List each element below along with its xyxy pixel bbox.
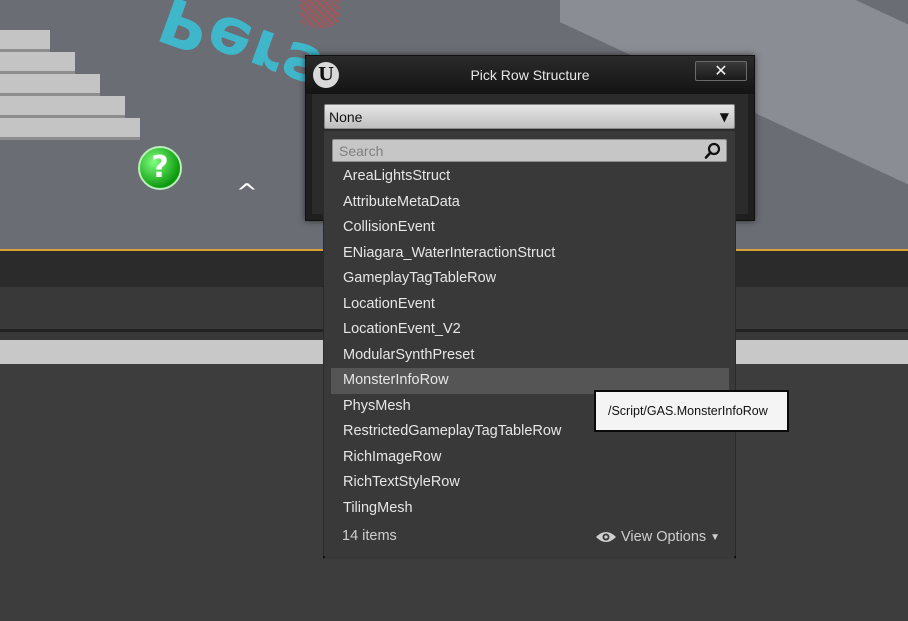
list-item[interactable]: CollisionEvent [331, 215, 729, 241]
struct-list: AreaLightsStruct AttributeMetaData Collisi… [331, 164, 729, 521]
tooltip: /Script/GAS.MonsterInfoRow [594, 390, 789, 432]
viewport-red-object [300, 0, 340, 28]
list-item[interactable]: RichTextStyleRow [331, 470, 729, 496]
search-icon[interactable] [703, 142, 723, 160]
list-item[interactable]: LocationEvent_V2 [331, 317, 729, 343]
view-options-label: View Options [621, 529, 707, 545]
combo-selected-value: None [329, 109, 363, 125]
close-button[interactable]: ✕ [695, 61, 747, 81]
eye-icon [596, 532, 616, 542]
list-item[interactable]: RichImageRow [331, 445, 729, 471]
list-item[interactable]: AreaLightsStruct [331, 164, 729, 190]
viewport-stairs [0, 30, 150, 150]
list-item[interactable]: TilingMesh [331, 496, 729, 522]
caret-mark: ^ [236, 179, 258, 207]
view-options-button[interactable]: View Options ▼ [595, 527, 720, 547]
item-count: 14 items [342, 528, 397, 544]
search-placeholder: Search [339, 143, 384, 159]
help-marker-icon: ? [138, 146, 182, 190]
list-item[interactable]: ENiagara_WaterInteractionStruct [331, 241, 729, 267]
dropdown-corner [323, 556, 325, 558]
dropdown-corner [734, 556, 736, 558]
list-item[interactable]: AttributeMetaData [331, 190, 729, 216]
search-input[interactable]: Search [332, 139, 727, 162]
list-item[interactable]: GameplayTagTableRow [331, 266, 729, 292]
dialog-titlebar[interactable]: U Pick Row Structure ✕ [306, 56, 754, 94]
row-structure-combo[interactable]: None ▼ [324, 104, 735, 129]
editor-window: Person ? ^ U Pick Row Structure ✕ None ▼… [0, 0, 908, 621]
list-item[interactable]: ModularSynthPreset [331, 343, 729, 369]
chevron-down-icon: ▼ [710, 531, 721, 543]
chevron-down-icon: ▼ [719, 110, 729, 124]
dialog-title: Pick Row Structure [470, 67, 590, 83]
list-item[interactable]: LocationEvent [331, 292, 729, 318]
